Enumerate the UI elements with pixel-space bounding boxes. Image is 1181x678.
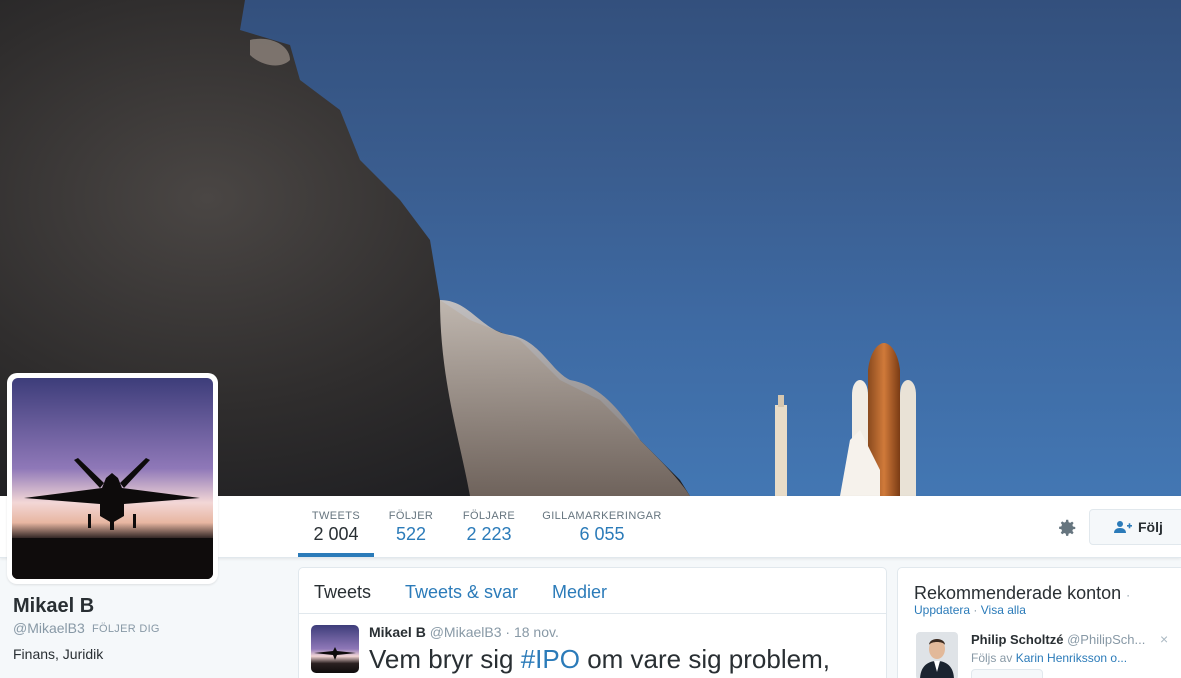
profile-bio: Finans, Juridik: [13, 646, 104, 662]
tweet-text: Vem bryr sig #IPO om vare sig problem,: [369, 644, 830, 675]
timeline-tabs: Tweets Tweets & svar Medier: [299, 568, 886, 614]
add-user-icon: [1114, 521, 1132, 533]
view-all-link[interactable]: Visa alla: [981, 603, 1026, 617]
tweet-header: Mikael B @MikaelB3 · 18 nov.: [369, 624, 559, 640]
stat-value: 2 223: [466, 524, 512, 544]
tweet-author-name[interactable]: Mikael B: [369, 624, 426, 640]
tweet-hashtag-link[interactable]: #IPO: [521, 644, 580, 674]
tweet-timestamp[interactable]: 18 nov.: [514, 624, 559, 640]
tab-tweets-and-replies[interactable]: Tweets & svar: [405, 582, 518, 603]
profile-handle[interactable]: @MikaelB3: [13, 620, 85, 636]
stat-value: 6 055: [579, 524, 625, 544]
link-separator: ·: [973, 603, 978, 617]
recommended-account-name[interactable]: Philip Scholtzé @PhilipSch...: [971, 632, 1145, 647]
stat-label: FÖLJER: [388, 510, 434, 522]
stat-followers[interactable]: FÖLJARE 2 223: [455, 496, 523, 557]
timeline: Tweets Tweets & svar Medier Mikael B @Mi…: [298, 567, 887, 678]
gear-icon[interactable]: [1056, 517, 1078, 539]
tweet-separator: ·: [505, 624, 511, 640]
stat-likes[interactable]: GILLAMARKERINGAR 6 055: [540, 496, 664, 557]
followed-by-prefix: Följs av: [971, 651, 1013, 665]
follow-label: Följ: [1138, 519, 1163, 535]
stat-value: 2 004: [313, 524, 359, 544]
stat-label: GILLAMARKERINGAR: [542, 510, 662, 522]
recommended-avatar[interactable]: [916, 632, 958, 678]
tweet-avatar[interactable]: [311, 625, 359, 673]
follow-button[interactable]: Följ: [1089, 509, 1181, 545]
recommended-handle: @PhilipSch...: [1067, 632, 1146, 647]
recommended-title-text: Rekommenderade konton: [914, 583, 1122, 603]
tweet[interactable]: Mikael B @MikaelB3 · 18 nov. Vem bryr si…: [299, 614, 886, 678]
tab-media[interactable]: Medier: [552, 582, 607, 603]
tweet-text-start: Vem bryr sig: [369, 644, 521, 674]
recommended-follow-button[interactable]: [971, 669, 1043, 678]
stat-tweets[interactable]: TWEETS 2 004: [298, 496, 374, 557]
stat-label: FÖLJARE: [462, 510, 516, 522]
avatar-image: [12, 378, 213, 579]
followed-by-info: Följs av Karin Henriksson o...: [971, 651, 1127, 665]
tab-tweets[interactable]: Tweets: [314, 582, 371, 603]
profile-name[interactable]: Mikael B: [13, 595, 94, 618]
close-icon[interactable]: ×: [1160, 631, 1168, 647]
followed-by-link[interactable]: Karin Henriksson o...: [1016, 651, 1127, 665]
tweet-text-end: om vare sig problem,: [579, 644, 830, 674]
recommended-links: Uppdatera · Visa alla: [914, 603, 1026, 617]
tweet-author-handle[interactable]: @MikaelB3: [430, 624, 502, 640]
recommended-accounts: Rekommenderade konton · Uppdatera · Visa…: [897, 567, 1181, 678]
recommended-name: Philip Scholtzé: [971, 632, 1064, 647]
refresh-link[interactable]: Uppdatera: [914, 603, 970, 617]
follows-you-badge: FÖLJER DIG: [92, 623, 160, 635]
title-separator: ·: [1126, 588, 1131, 602]
stat-following[interactable]: FÖLJER 522: [381, 496, 441, 557]
profile-avatar[interactable]: [7, 373, 218, 584]
stat-label: TWEETS: [311, 510, 361, 522]
recommended-title: Rekommenderade konton ·: [914, 583, 1130, 604]
stat-value: 522: [395, 524, 427, 544]
